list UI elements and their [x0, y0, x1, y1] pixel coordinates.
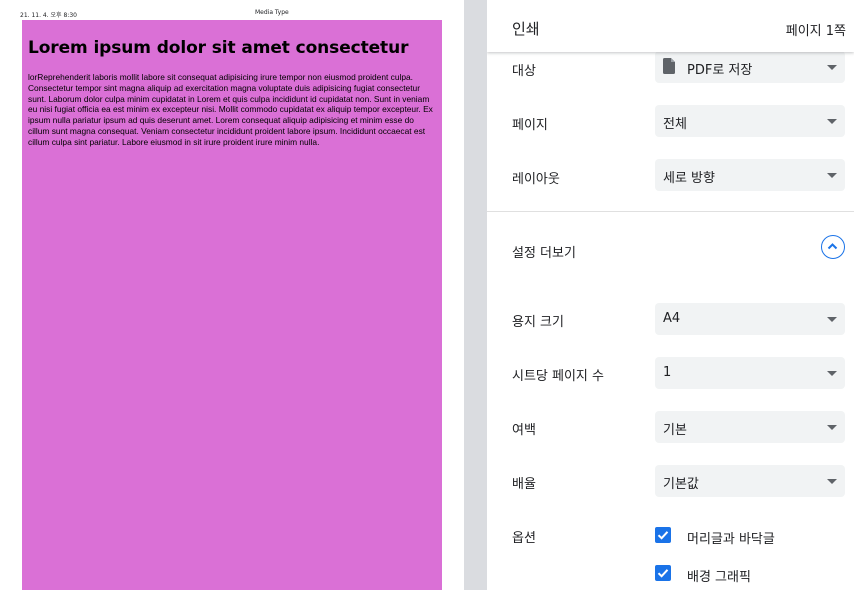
- chevron-down-icon: [827, 65, 837, 70]
- chevron-down-icon: [827, 371, 837, 376]
- headers-footers-checkbox[interactable]: [655, 527, 671, 543]
- page-header-title: Media Type: [255, 9, 289, 16]
- paper-size-select[interactable]: A4: [655, 303, 845, 335]
- panel-title: 인쇄: [512, 20, 540, 38]
- layout-label: 레이아웃: [512, 172, 560, 187]
- preview-page: 21. 11. 4. 오후 8:30 Media Type Lorem ipsu…: [0, 0, 464, 590]
- pages-value: 전체: [663, 117, 687, 132]
- pages-per-sheet-select[interactable]: 1: [655, 357, 845, 389]
- headers-footers-label[interactable]: 머리글과 바닥글: [687, 528, 775, 547]
- page-count: 페이지 1쪽: [785, 24, 846, 39]
- chevron-up-icon: [827, 243, 838, 250]
- more-settings-label[interactable]: 설정 더보기: [512, 242, 576, 261]
- chevron-down-icon: [827, 173, 837, 178]
- chevron-down-icon: [827, 119, 837, 124]
- more-settings-toggle[interactable]: [821, 235, 845, 259]
- check-icon: [657, 531, 669, 540]
- print-settings-panel: 인쇄 페이지 1쪽 대상 PDF로 저장 페이지 전체 레이아웃 세로 방향 설…: [487, 0, 854, 590]
- document-heading: Lorem ipsum dolor sit amet consectetur: [28, 38, 409, 58]
- chevron-down-icon: [827, 425, 837, 430]
- background-graphics-checkbox[interactable]: [655, 565, 671, 581]
- options-label: 옵션: [512, 531, 536, 546]
- margins-select[interactable]: 기본: [655, 411, 845, 443]
- margins-label: 여백: [512, 423, 536, 438]
- panel-header: 인쇄 페이지 1쪽: [487, 0, 854, 52]
- margins-value: 기본: [663, 423, 687, 438]
- layout-value: 세로 방향: [663, 171, 715, 186]
- scale-value: 기본값: [663, 477, 699, 492]
- layout-select[interactable]: 세로 방향: [655, 159, 845, 191]
- scale-select[interactable]: 기본값: [655, 465, 845, 497]
- destination-label: 대상: [512, 64, 536, 79]
- destination-value: PDF로 저장: [687, 63, 753, 78]
- pages-per-sheet-value: 1: [663, 365, 672, 380]
- page-content: Lorem ipsum dolor sit amet consectetur l…: [22, 20, 442, 590]
- document-body: lorReprehenderit laboris mollit labore s…: [28, 72, 433, 147]
- destination-select[interactable]: PDF로 저장: [655, 51, 845, 83]
- background-graphics-label[interactable]: 배경 그래픽: [687, 566, 751, 585]
- section-divider: [487, 211, 854, 212]
- file-icon: [663, 58, 675, 74]
- pages-select[interactable]: 전체: [655, 105, 845, 137]
- pages-per-sheet-label: 시트당 페이지 수: [512, 369, 604, 384]
- chevron-down-icon: [827, 317, 837, 322]
- check-icon: [657, 569, 669, 578]
- chevron-down-icon: [827, 479, 837, 484]
- print-preview-area: 21. 11. 4. 오후 8:30 Media Type Lorem ipsu…: [0, 0, 487, 590]
- page-header-date: 21. 11. 4. 오후 8:30: [20, 12, 77, 19]
- pages-label: 페이지: [512, 118, 548, 133]
- paper-size-value: A4: [663, 311, 681, 326]
- scale-label: 배율: [512, 477, 536, 492]
- paper-size-label: 용지 크기: [512, 315, 564, 330]
